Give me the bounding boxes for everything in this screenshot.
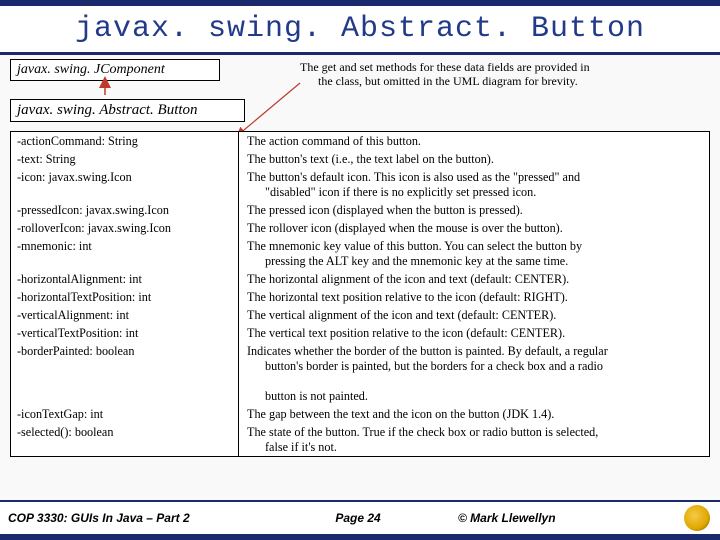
field-description: The pressed icon (displayed when the but…	[239, 201, 709, 219]
field-name: -verticalAlignment: int	[11, 306, 239, 324]
uml-boxes: javax. swing. JComponent javax. swing. A…	[10, 59, 250, 140]
field-description: The button's text (i.e., the text label …	[239, 150, 709, 168]
field-description: The action command of this button.	[239, 132, 709, 150]
table-row: -verticalTextPosition: intThe vertical t…	[11, 324, 709, 342]
table-row: -actionCommand: StringThe action command…	[11, 132, 709, 150]
ucf-logo-icon	[684, 505, 710, 531]
field-description: The state of the button. True if the che…	[239, 423, 709, 456]
field-description: The mnemonic key value of this button. Y…	[239, 237, 709, 270]
field-name: -mnemonic: int	[11, 237, 239, 270]
field-name: -iconTextGap: int	[11, 405, 239, 423]
field-name: -icon: javax.swing.Icon	[11, 168, 239, 201]
note-line2: the class, but omitted in the UML diagra…	[300, 75, 660, 89]
field-description: The vertical text position relative to t…	[239, 324, 709, 342]
table-row: -mnemonic: intThe mnemonic key value of …	[11, 237, 709, 270]
table-row: -horizontalAlignment: intThe horizontal …	[11, 270, 709, 288]
content-area: javax. swing. JComponent javax. swing. A…	[0, 55, 720, 500]
field-description: The rollover icon (displayed when the mo…	[239, 219, 709, 237]
uml-table: -actionCommand: StringThe action command…	[10, 131, 710, 457]
field-description: The horizontal alignment of the icon and…	[239, 270, 709, 288]
field-description: The button's default icon. This icon is …	[239, 168, 709, 201]
table-row: -pressedIcon: javax.swing.IconThe presse…	[11, 201, 709, 219]
slide-title: javax. swing. Abstract. Button	[0, 6, 720, 55]
field-name: -horizontalAlignment: int	[11, 270, 239, 288]
brevity-note: The get and set methods for these data f…	[300, 61, 660, 89]
field-name: -verticalTextPosition: int	[11, 324, 239, 342]
table-row: -horizontalTextPosition: intThe horizont…	[11, 288, 709, 306]
uml-parent-box: javax. swing. JComponent	[10, 59, 220, 81]
footer: COP 3330: GUIs In Java – Part 2 Page 24 …	[0, 500, 720, 534]
field-name: -borderPainted: boolean	[11, 342, 239, 405]
field-name: -horizontalTextPosition: int	[11, 288, 239, 306]
note-line1: The get and set methods for these data f…	[300, 60, 590, 74]
field-name: -pressedIcon: javax.swing.Icon	[11, 201, 239, 219]
table-row: -borderPainted: booleanIndicates whether…	[11, 342, 709, 405]
table-row: -selected(): booleanThe state of the but…	[11, 423, 709, 456]
field-description: The horizontal text position relative to…	[239, 288, 709, 306]
table-row: -icon: javax.swing.IconThe button's defa…	[11, 168, 709, 201]
uml-child-box: javax. swing. Abstract. Button	[10, 99, 245, 122]
footer-copyright: © Mark Llewellyn	[428, 511, 712, 525]
field-description: The vertical alignment of the icon and t…	[239, 306, 709, 324]
table-row: -iconTextGap: intThe gap between the tex…	[11, 405, 709, 423]
field-name: -text: String	[11, 150, 239, 168]
footer-page: Page 24	[288, 511, 428, 525]
field-description: The gap between the text and the icon on…	[239, 405, 709, 423]
table-row: -text: StringThe button's text (i.e., th…	[11, 150, 709, 168]
field-name: -actionCommand: String	[11, 132, 239, 150]
field-name: -selected(): boolean	[11, 423, 239, 456]
footer-course: COP 3330: GUIs In Java – Part 2	[8, 511, 288, 525]
field-description: Indicates whether the border of the butt…	[239, 342, 709, 405]
table-row: -verticalAlignment: intThe vertical alig…	[11, 306, 709, 324]
table-row: -rolloverIcon: javax.swing.IconThe rollo…	[11, 219, 709, 237]
field-name: -rolloverIcon: javax.swing.Icon	[11, 219, 239, 237]
slide: javax. swing. Abstract. Button javax. sw…	[0, 0, 720, 540]
